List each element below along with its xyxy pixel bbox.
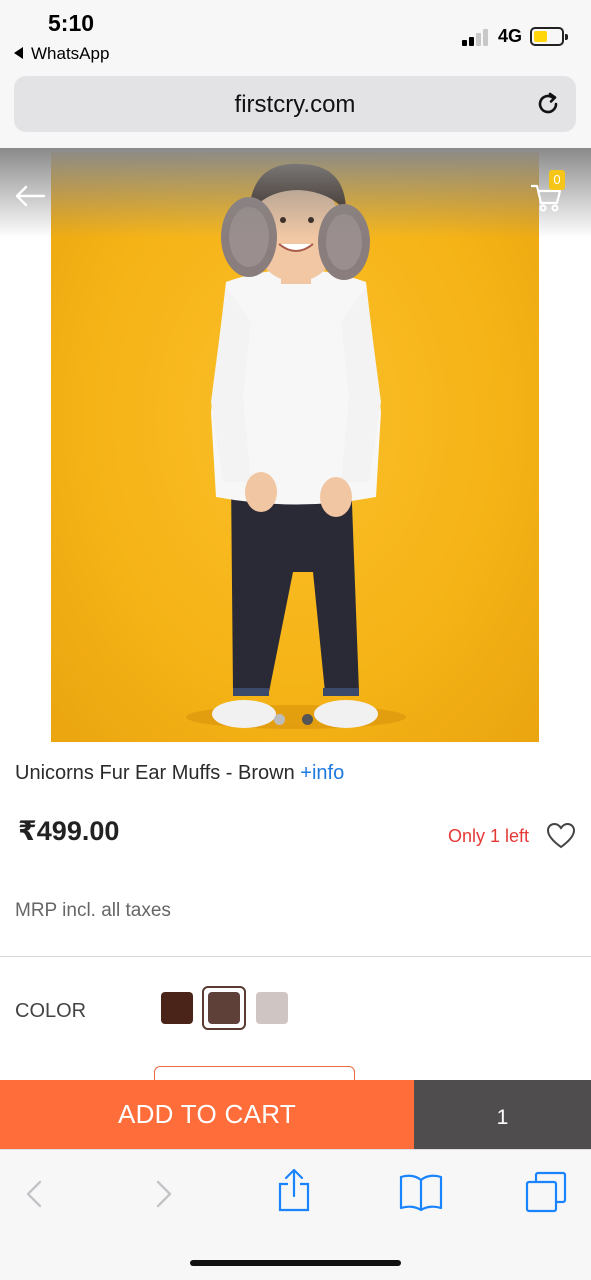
network-type: 4G bbox=[498, 26, 523, 46]
add-to-cart-button[interactable]: ADD TO CART bbox=[0, 1080, 414, 1149]
product-price: ₹499.00 bbox=[18, 816, 120, 846]
back-chevron-icon[interactable] bbox=[22, 1178, 46, 1210]
color-label: COLOR bbox=[15, 1000, 87, 1022]
image-top-gradient bbox=[0, 148, 591, 238]
status-time: 5:10 bbox=[48, 10, 95, 36]
back-triangle-icon bbox=[14, 47, 23, 59]
product-photo bbox=[51, 152, 539, 742]
back-to-app-link[interactable]: WhatsApp bbox=[14, 44, 109, 64]
color-swatch-dark-brown[interactable] bbox=[161, 992, 193, 1024]
pagination-dot[interactable] bbox=[274, 714, 285, 725]
color-swatch-light-grey[interactable] bbox=[256, 992, 288, 1024]
forward-chevron-icon[interactable] bbox=[152, 1178, 176, 1210]
pagination-dot-active[interactable] bbox=[302, 714, 313, 725]
section-divider bbox=[0, 956, 591, 957]
mrp-note: MRP incl. all taxes bbox=[15, 900, 171, 921]
child-wearing-ear-muffs-image bbox=[186, 163, 406, 729]
cellular-signal-icon bbox=[462, 28, 492, 46]
stock-status: Only 1 left bbox=[448, 826, 530, 846]
share-icon[interactable] bbox=[276, 1168, 312, 1212]
status-bar: 5:10 WhatsApp 4G bbox=[0, 0, 591, 70]
cart-count-badge: 0 bbox=[549, 170, 565, 190]
battery-icon bbox=[530, 27, 568, 46]
wishlist-heart-icon[interactable] bbox=[546, 822, 576, 850]
tabs-icon[interactable] bbox=[524, 1170, 568, 1214]
address-bar[interactable]: firstcry.com bbox=[14, 76, 576, 132]
bookmarks-icon[interactable] bbox=[398, 1172, 444, 1212]
url-text: firstcry.com bbox=[234, 91, 356, 118]
back-app-label: WhatsApp bbox=[31, 44, 110, 63]
product-gallery[interactable]: 0 bbox=[0, 148, 591, 744]
back-arrow-icon[interactable] bbox=[14, 184, 46, 208]
product-name: Unicorns Fur Ear Muffs - Brown bbox=[15, 762, 295, 784]
browser-address-area: firstcry.com bbox=[0, 70, 591, 148]
info-link[interactable]: +info bbox=[300, 762, 344, 784]
color-swatch-brown[interactable] bbox=[208, 992, 240, 1024]
product-title: Unicorns Fur Ear Muffs - Brown +info bbox=[15, 762, 344, 785]
home-indicator bbox=[190, 1260, 401, 1266]
reload-icon[interactable] bbox=[534, 90, 562, 118]
quantity-selector[interactable]: 1 bbox=[414, 1080, 591, 1149]
